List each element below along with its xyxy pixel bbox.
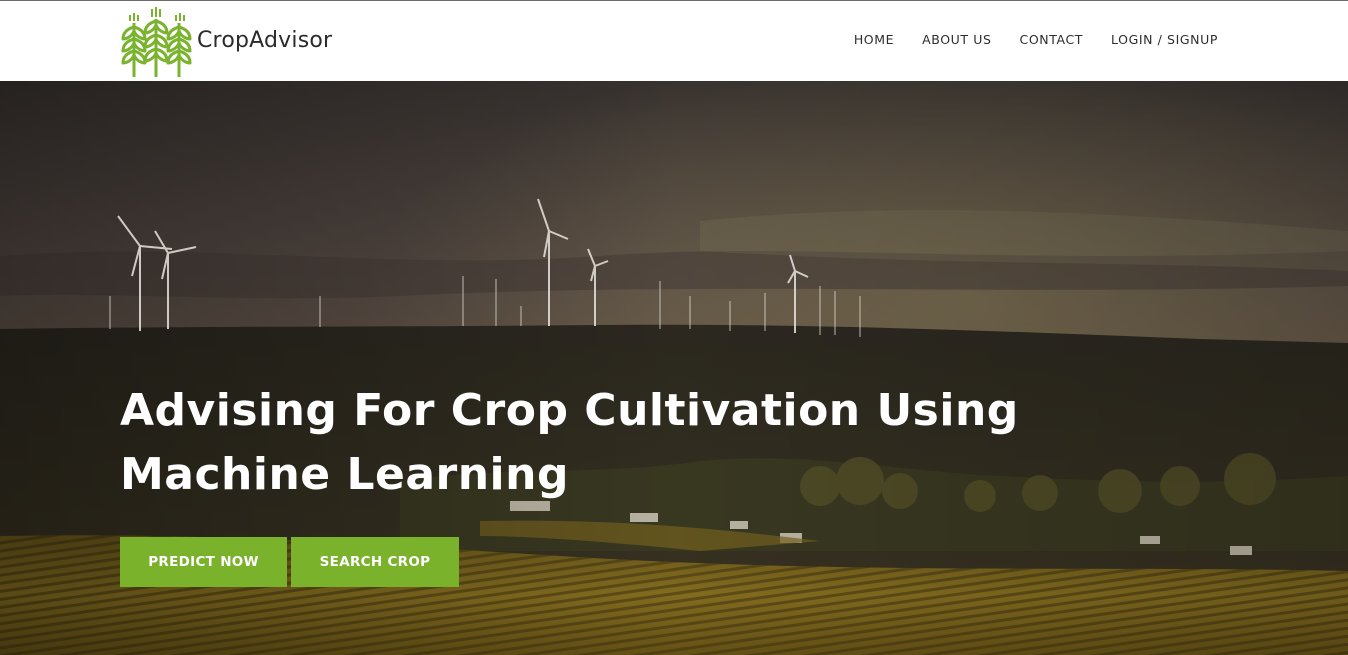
- hero-headline-line2: Machine Learning: [120, 449, 569, 500]
- nav-login-signup[interactable]: LOGIN / SIGNUP: [1111, 32, 1218, 47]
- wheat-stalks-icon: [121, 7, 192, 77]
- brand-logo-link[interactable]: CropAdvisor: [119, 7, 332, 77]
- main-nav: HOME ABOUT US CONTACT LOGIN / SIGNUP: [854, 32, 1218, 47]
- brand-name: CropAdvisor: [197, 27, 333, 53]
- hero-headline-line1: Advising For Crop Cultivation Using: [120, 385, 1019, 436]
- predict-now-button[interactable]: PREDICT NOW: [120, 537, 287, 587]
- search-crop-button[interactable]: SEARCH CROP: [291, 537, 459, 587]
- nav-about-us[interactable]: ABOUT US: [922, 32, 991, 47]
- site-header: CropAdvisor HOME ABOUT US CONTACT LOGIN …: [0, 1, 1348, 81]
- nav-contact[interactable]: CONTACT: [1020, 32, 1083, 47]
- hero-headline: Advising For Crop Cultivation Using Mach…: [120, 379, 1020, 507]
- nav-home[interactable]: HOME: [854, 32, 894, 47]
- hero-section: Advising For Crop Cultivation Using Mach…: [0, 81, 1348, 655]
